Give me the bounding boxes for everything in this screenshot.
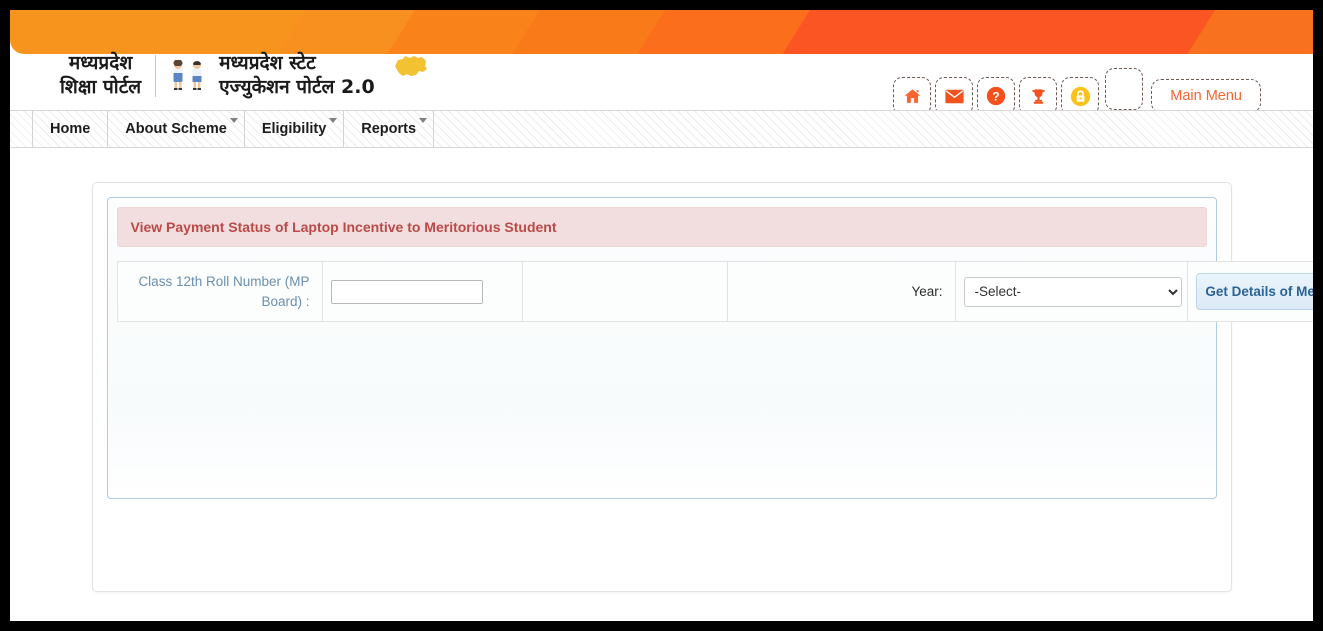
nav-item-about-scheme[interactable]: About Scheme	[108, 111, 245, 147]
nav-label: Reports	[361, 121, 417, 137]
chevron-down-icon	[329, 118, 338, 123]
nav-label: Home	[50, 121, 91, 137]
app-viewport: मध्यप्रदेश शिक्षा पोर्टल मध्यप्रदेश स्टे…	[10, 10, 1313, 621]
chevron-down-icon	[229, 118, 238, 123]
page-content: View Payment Status of Laptop Incentive …	[10, 148, 1313, 621]
year-select[interactable]: -Select-	[963, 276, 1182, 307]
page-title: View Payment Status of Laptop Incentive …	[116, 207, 1207, 247]
svg-text:?: ?	[993, 89, 1000, 103]
madhya-pradesh-map-icon	[391, 54, 429, 85]
blank-icon[interactable]	[1105, 68, 1144, 110]
logo-divider	[155, 54, 157, 97]
banner-stripe	[747, 10, 1243, 54]
year-label: Year:	[911, 284, 943, 299]
nav-item-reports[interactable]: Reports	[344, 111, 435, 147]
spacer-cell	[521, 261, 728, 322]
two-students-icon	[170, 59, 205, 92]
table-row: Class 12th Roll Number (MP Board) : Year…	[116, 261, 1313, 322]
year-label-cell: Year:	[726, 261, 956, 322]
logo-primary-text: मध्यप्रदेश शिक्षा पोर्टल	[60, 52, 142, 98]
results-area	[117, 322, 1207, 482]
main-menu-button[interactable]: Main Menu	[1151, 79, 1261, 113]
top-banner	[10, 10, 1313, 54]
roll-label-cell: Class 12th Roll Number (MP Board) :	[116, 261, 323, 322]
header-bar: मध्यप्रदेश शिक्षा पोर्टल मध्यप्रदेश स्टे…	[10, 52, 1313, 115]
roll-input-cell	[321, 261, 523, 322]
nav-filler	[434, 111, 1313, 147]
roll-number-label: Class 12th Roll Number (MP Board) :	[138, 273, 310, 309]
main-navigation: Home About Scheme Eligibility Reports	[10, 110, 1313, 148]
logo-secondary-text: मध्यप्रदेश स्टेट एज्युकेशन पोर्टल 2.0	[219, 52, 375, 98]
nav-label: Eligibility	[261, 121, 327, 137]
nav-item-eligibility[interactable]: Eligibility	[245, 111, 345, 147]
get-details-button[interactable]: Get Details of Meritorious Student	[1195, 273, 1313, 310]
year-select-cell: -Select-	[954, 261, 1188, 322]
search-form: Class 12th Roll Number (MP Board) : Year…	[116, 261, 1313, 322]
roll-number-input[interactable]	[330, 279, 483, 304]
chevron-down-icon	[419, 118, 428, 123]
content-card: View Payment Status of Laptop Incentive …	[91, 182, 1313, 592]
nav-item-home[interactable]: Home	[32, 111, 109, 147]
submit-cell: Get Details of Meritorious Student	[1186, 261, 1313, 322]
nav-label: About Scheme	[125, 121, 227, 137]
form-panel: View Payment Status of Laptop Incentive …	[106, 197, 1313, 499]
site-logo[interactable]: मध्यप्रदेश शिक्षा पोर्टल मध्यप्रदेश स्टे…	[60, 52, 429, 100]
